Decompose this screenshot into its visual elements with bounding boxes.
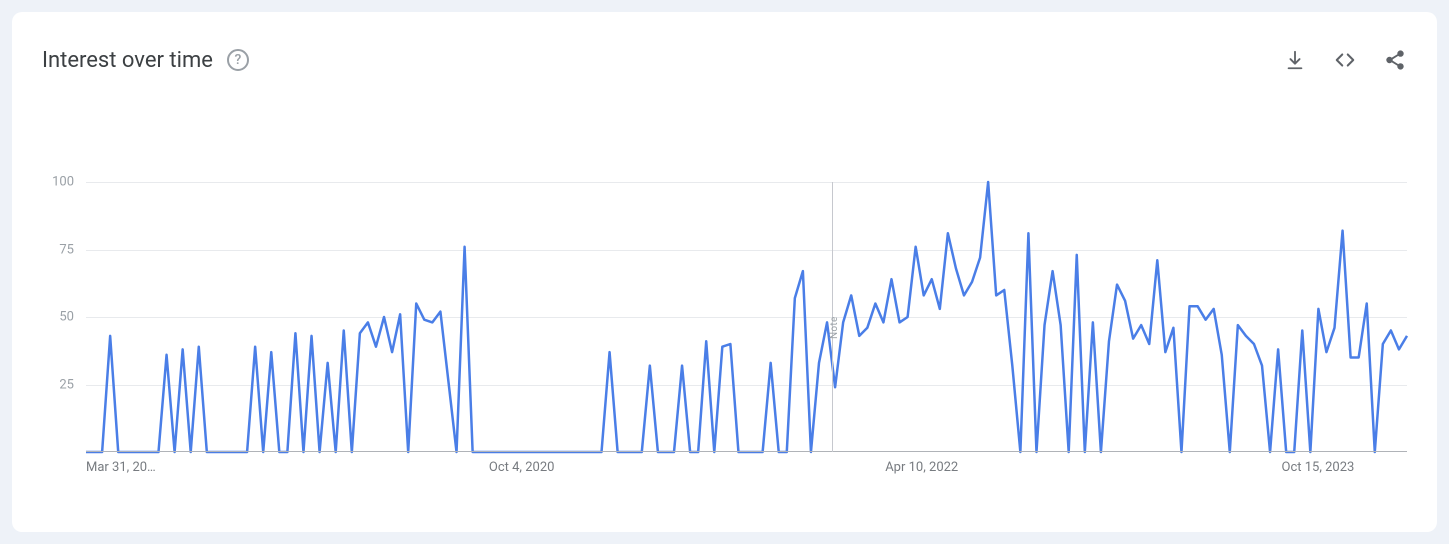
x-tick-label: Oct 4, 2020 [489, 460, 555, 475]
title-wrap: Interest over time ? [42, 48, 249, 73]
y-tick-label: 50 [42, 310, 74, 325]
card-actions [1283, 48, 1407, 72]
line-series [86, 182, 1407, 452]
x-tick-label: Apr 10, 2022 [885, 460, 958, 475]
help-icon[interactable]: ? [227, 49, 249, 71]
trends-card: Interest over time ? 2550751 [12, 12, 1437, 532]
note-marker[interactable]: Note [832, 182, 833, 452]
x-tick-label: Mar 31, 20… [86, 460, 156, 475]
note-label: Note [829, 316, 840, 339]
embed-icon[interactable] [1333, 48, 1357, 72]
y-axis: 255075100 [42, 182, 80, 452]
y-tick-label: 100 [42, 175, 74, 190]
card-header: Interest over time ? [42, 40, 1407, 80]
y-tick-label: 25 [42, 377, 74, 392]
series-line [86, 182, 1407, 452]
y-tick-label: 75 [42, 242, 74, 257]
x-tick-label: Oct 15, 2023 [1282, 460, 1355, 475]
plot-area[interactable]: Note [86, 182, 1407, 452]
x-baseline [86, 451, 1407, 452]
share-icon[interactable] [1383, 48, 1407, 72]
chart-area: 255075100 Note Mar 31, 20…Oct 4, 2020Apr… [42, 182, 1407, 452]
x-axis: Mar 31, 20… Oct 4, 2020 Apr 10, 2022 Oct 15… [86, 460, 1407, 482]
card-title: Interest over time [42, 48, 213, 73]
download-icon[interactable] [1283, 48, 1307, 72]
